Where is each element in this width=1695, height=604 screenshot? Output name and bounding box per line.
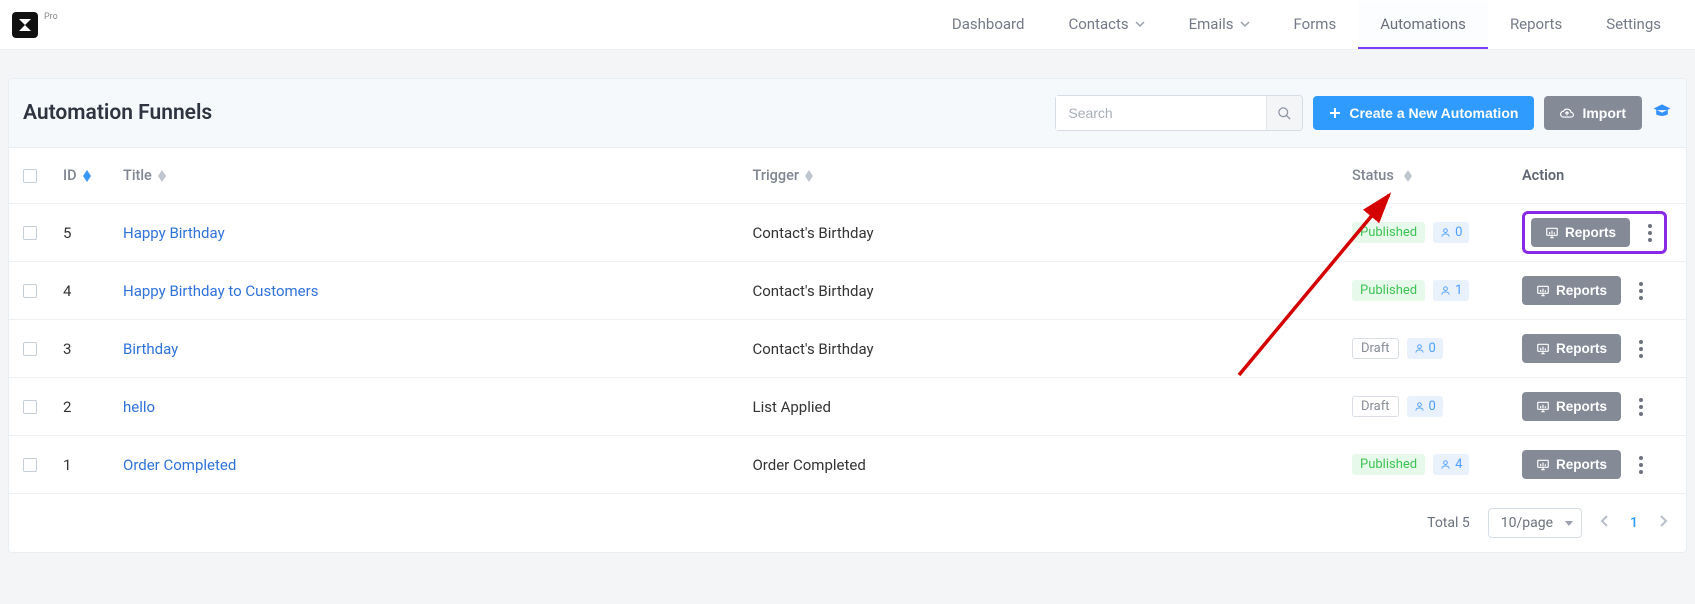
reports-button[interactable]: Reports	[1522, 392, 1621, 421]
row-trigger: Order Completed	[752, 456, 1352, 474]
contact-count-badge[interactable]: 0	[1407, 338, 1443, 359]
panel-title: Automation Funnels	[23, 101, 212, 125]
automation-title-link[interactable]: Birthday	[123, 340, 178, 358]
col-header-trigger[interactable]: Trigger	[752, 167, 1352, 184]
user-icon	[1414, 343, 1425, 354]
create-automation-button[interactable]: Create a New Automation	[1313, 96, 1534, 130]
plus-icon	[1329, 107, 1341, 119]
status-badge-draft: Draft	[1352, 396, 1399, 417]
contact-count-badge[interactable]: 1	[1433, 280, 1469, 301]
table-row: 5 Happy Birthday Contact's Birthday Publ…	[9, 204, 1686, 262]
presentation-icon	[1545, 226, 1559, 240]
table-row: 1 Order Completed Order Completed Publis…	[9, 436, 1686, 494]
reports-button[interactable]: Reports	[1522, 450, 1621, 479]
logo-icon	[17, 17, 33, 33]
top-navbar: Pro Dashboard Contacts Emails Forms Auto…	[0, 0, 1695, 50]
app-logo[interactable]	[12, 12, 38, 38]
presentation-icon	[1536, 400, 1550, 414]
annotation-highlight: Reports	[1522, 211, 1667, 254]
main-nav: Dashboard Contacts Emails Forms Automati…	[930, 1, 1683, 49]
user-icon	[1440, 285, 1451, 296]
row-actions-menu[interactable]	[1633, 398, 1649, 416]
status-badge-draft: Draft	[1352, 338, 1399, 359]
sort-icon	[83, 170, 91, 182]
row-actions-menu[interactable]	[1633, 282, 1649, 300]
col-header-id[interactable]: ID	[63, 167, 123, 184]
row-trigger: List Applied	[752, 398, 1352, 416]
nav-dashboard[interactable]: Dashboard	[930, 1, 1047, 49]
row-trigger: Contact's Birthday	[752, 224, 1352, 242]
cloud-upload-icon	[1560, 106, 1574, 120]
automation-title-link[interactable]: hello	[123, 398, 155, 416]
next-page-button[interactable]	[1660, 515, 1668, 531]
nav-reports[interactable]: Reports	[1488, 1, 1584, 49]
table-row: 2 hello List Applied Draft 0 Reports	[9, 378, 1686, 436]
nav-forms[interactable]: Forms	[1272, 1, 1359, 49]
col-header-action: Action	[1522, 167, 1672, 184]
row-id: 4	[63, 282, 123, 300]
table-row: 4 Happy Birthday to Customers Contact's …	[9, 262, 1686, 320]
search-wrap	[1055, 95, 1303, 131]
contact-count-badge[interactable]: 0	[1407, 396, 1443, 417]
row-id: 3	[63, 340, 123, 358]
row-checkbox[interactable]	[23, 458, 37, 472]
plan-badge: Pro	[44, 12, 58, 22]
table-footer: Total 5 10/page 1	[9, 494, 1686, 552]
presentation-icon	[1536, 284, 1550, 298]
row-id: 2	[63, 398, 123, 416]
sort-icon	[805, 170, 813, 182]
row-trigger: Contact's Birthday	[752, 282, 1352, 300]
table-row: 3 Birthday Contact's Birthday Draft 0 Re…	[9, 320, 1686, 378]
search-button[interactable]	[1266, 96, 1302, 130]
presentation-icon	[1536, 342, 1550, 356]
row-checkbox[interactable]	[23, 226, 37, 240]
col-header-status[interactable]: Status	[1352, 167, 1522, 184]
row-id: 5	[63, 224, 123, 242]
page-number-current[interactable]: 1	[1626, 515, 1642, 531]
panel-header: Automation Funnels Create a New Automati…	[9, 79, 1686, 148]
search-input[interactable]	[1056, 96, 1266, 130]
reports-button[interactable]: Reports	[1522, 276, 1621, 305]
contact-count-badge[interactable]: 0	[1433, 222, 1469, 243]
contact-count-badge[interactable]: 4	[1433, 454, 1469, 475]
status-badge-published: Published	[1352, 454, 1425, 475]
row-checkbox[interactable]	[23, 284, 37, 298]
status-badge-published: Published	[1352, 222, 1425, 243]
select-all-checkbox[interactable]	[23, 169, 37, 183]
sort-icon	[158, 170, 166, 182]
nav-automations[interactable]: Automations	[1358, 1, 1488, 49]
user-icon	[1414, 401, 1425, 412]
reports-button[interactable]: Reports	[1522, 334, 1621, 363]
automation-title-link[interactable]: Happy Birthday to Customers	[123, 282, 318, 300]
chevron-down-icon	[1240, 19, 1250, 29]
per-page-select[interactable]: 10/page	[1488, 508, 1582, 538]
user-icon	[1440, 227, 1451, 238]
user-icon	[1440, 459, 1451, 470]
row-actions-menu[interactable]	[1642, 224, 1658, 242]
col-header-title[interactable]: Title	[123, 167, 752, 184]
row-actions-menu[interactable]	[1633, 456, 1649, 474]
row-checkbox[interactable]	[23, 400, 37, 414]
import-button[interactable]: Import	[1544, 96, 1642, 130]
row-id: 1	[63, 456, 123, 474]
automation-panel: Automation Funnels Create a New Automati…	[8, 78, 1687, 553]
graduation-icon[interactable]	[1652, 101, 1672, 125]
status-badge-published: Published	[1352, 280, 1425, 301]
reports-button[interactable]: Reports	[1531, 218, 1630, 247]
total-count: Total 5	[1427, 515, 1470, 531]
row-checkbox[interactable]	[23, 342, 37, 356]
automation-title-link[interactable]: Happy Birthday	[123, 224, 225, 242]
table-header-row: ID Title Trigger Status Action	[9, 148, 1686, 204]
presentation-icon	[1536, 458, 1550, 472]
chevron-down-icon	[1135, 19, 1145, 29]
search-icon	[1277, 106, 1292, 121]
automation-title-link[interactable]: Order Completed	[123, 456, 236, 474]
sort-icon	[1404, 170, 1412, 182]
prev-page-button[interactable]	[1600, 515, 1608, 531]
nav-settings[interactable]: Settings	[1584, 1, 1683, 49]
nav-emails[interactable]: Emails	[1167, 1, 1272, 49]
row-actions-menu[interactable]	[1633, 340, 1649, 358]
row-trigger: Contact's Birthday	[752, 340, 1352, 358]
nav-contacts[interactable]: Contacts	[1046, 1, 1166, 49]
